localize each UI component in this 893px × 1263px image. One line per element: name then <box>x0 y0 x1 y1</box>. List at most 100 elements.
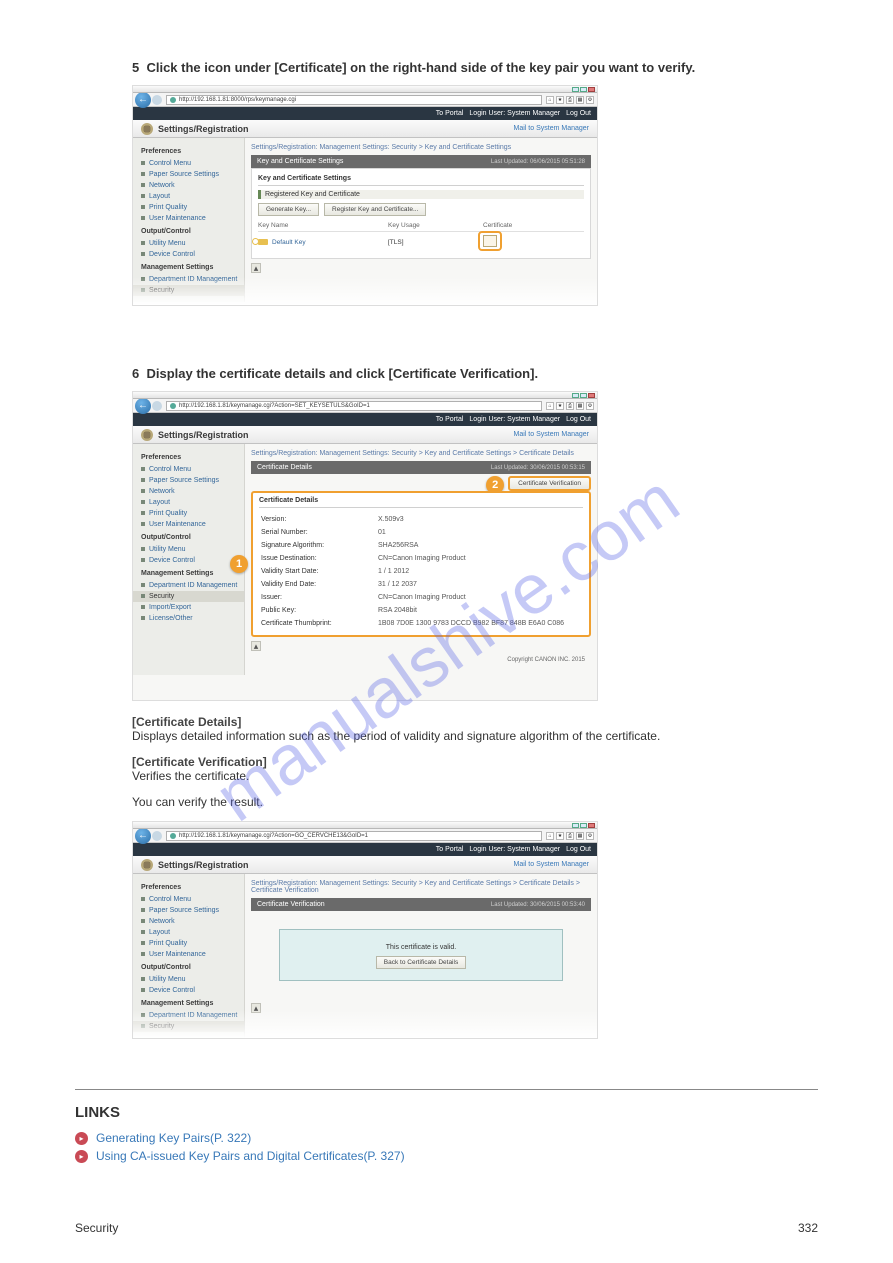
back-to-top-icon[interactable]: ▴ <box>251 263 261 273</box>
gear-icon <box>141 859 153 871</box>
home-icon[interactable]: ⌂ <box>546 402 554 410</box>
home-icon[interactable]: ⌂ <box>546 832 554 840</box>
tools-icon[interactable]: ⚙ <box>586 832 594 840</box>
cert-details-table: Version:X.509v3 Serial Number:01 Signatu… <box>259 512 583 631</box>
address-bar: ← http://192.168.1.81/keymanage.cgi?Acti… <box>133 399 597 413</box>
sidebar-item[interactable]: License/Other <box>133 613 244 624</box>
logout-link[interactable]: Log Out <box>566 846 591 853</box>
link-generating-keypairs[interactable]: Generating Key Pairs(P. 322) <box>96 1131 251 1145</box>
link-ca-issued[interactable]: Using CA-issued Key Pairs and Digital Ce… <box>96 1149 405 1163</box>
home-icon[interactable]: ⌂ <box>546 96 554 104</box>
sidebar-item[interactable]: Network <box>133 486 244 497</box>
breadcrumb: Settings/Registration: Management Settin… <box>251 880 591 894</box>
login-user: System Manager <box>507 846 560 853</box>
mail-link[interactable]: Mail to System Manager <box>514 861 589 868</box>
detail-row: Signature Algorithm:SHA256RSA <box>261 540 581 551</box>
sidebar-item[interactable]: Utility Menu <box>133 974 244 985</box>
sidebar-item[interactable]: Control Menu <box>133 894 244 905</box>
page-icon[interactable]: ▦ <box>576 832 584 840</box>
fav-icon[interactable]: ★ <box>556 96 564 104</box>
sidebar-item[interactable]: Device Control <box>133 555 244 566</box>
sb-mgmt: Management Settings <box>133 996 244 1010</box>
page-footer: Security 332 <box>75 1221 818 1235</box>
sidebar-item[interactable]: Utility Menu <box>133 544 244 555</box>
back-icon[interactable]: ← <box>135 828 151 844</box>
key-name-link[interactable]: Default Key <box>272 239 306 246</box>
back-icon[interactable]: ← <box>135 92 151 108</box>
sidebar-item[interactable]: User Maintenance <box>133 213 244 224</box>
sidebar-item[interactable]: Department ID Management <box>133 580 244 591</box>
back-to-details-button[interactable]: Back to Certificate Details <box>376 956 466 969</box>
url-field[interactable]: http://192.168.1.81/keymanage.cgi?Action… <box>166 401 542 411</box>
max-icon <box>580 823 587 828</box>
sidebar-item[interactable]: Layout <box>133 191 244 202</box>
back-to-top-icon[interactable]: ▴ <box>251 641 261 651</box>
sidebar: Preferences Control Menu Paper Source Se… <box>133 444 245 675</box>
to-portal-link[interactable]: To Portal <box>436 110 464 117</box>
url-field[interactable]: http://192.168.1.81:8000/rps/keymanage.c… <box>166 95 542 105</box>
cert-verification-button[interactable]: Certificate Verification <box>508 476 591 491</box>
sidebar-item[interactable]: Network <box>133 180 244 191</box>
sidebar-item-security[interactable]: Security <box>133 591 244 602</box>
sidebar-item[interactable]: Device Control <box>133 249 244 260</box>
panel-title: Certificate Verification <box>257 901 325 908</box>
sidebar-item[interactable]: Layout <box>133 927 244 938</box>
sb-mgmt: Management Settings <box>133 260 244 274</box>
tools-icon[interactable]: ⚙ <box>586 96 594 104</box>
window-titlebar <box>133 392 597 399</box>
table-row: Default Key [TLS] <box>258 232 584 252</box>
page-icon[interactable]: ▦ <box>576 402 584 410</box>
to-portal-link[interactable]: To Portal <box>436 416 464 423</box>
max-icon <box>580 393 587 398</box>
print-icon[interactable]: ⎙ <box>566 402 574 410</box>
forward-icon[interactable] <box>152 401 162 411</box>
print-icon[interactable]: ⎙ <box>566 96 574 104</box>
sidebar-item[interactable]: User Maintenance <box>133 519 244 530</box>
sidebar-item[interactable]: Layout <box>133 497 244 508</box>
fav-icon[interactable]: ★ <box>556 832 564 840</box>
cert-highlight <box>478 231 502 251</box>
step-num: 5 <box>132 60 139 75</box>
logout-link[interactable]: Log Out <box>566 416 591 423</box>
last-updated: Last Updated: 30/06/2015 00:53:40 <box>491 902 585 908</box>
sidebar-item[interactable]: Utility Menu <box>133 238 244 249</box>
sidebar-item[interactable]: Print Quality <box>133 508 244 519</box>
page-icon[interactable]: ▦ <box>576 96 584 104</box>
mail-link[interactable]: Mail to System Manager <box>514 431 589 438</box>
url-field[interactable]: http://192.168.1.81/keymanage.cgi?Action… <box>166 831 542 841</box>
max-icon <box>580 87 587 92</box>
sidebar-item[interactable]: Paper Source Settings <box>133 169 244 180</box>
page-title: Settings/Registration <box>158 860 249 870</box>
logout-link[interactable]: Log Out <box>566 110 591 117</box>
footer-section: Security <box>75 1221 118 1235</box>
sidebar-item[interactable]: Print Quality <box>133 938 244 949</box>
print-icon[interactable]: ⎙ <box>566 832 574 840</box>
to-portal-link[interactable]: To Portal <box>436 846 464 853</box>
generate-key-button[interactable]: Generate Key... <box>258 203 319 216</box>
tools-icon[interactable]: ⚙ <box>586 402 594 410</box>
address-bar: ← http://192.168.1.81/keymanage.cgi?Acti… <box>133 829 597 843</box>
mail-link[interactable]: Mail to System Manager <box>514 125 589 132</box>
copyright: Copyright CANON INC. 2015 <box>251 651 591 669</box>
sidebar-item[interactable]: Paper Source Settings <box>133 905 244 916</box>
url-text: http://192.168.1.81/keymanage.cgi?Action… <box>179 833 368 839</box>
min-icon <box>572 823 579 828</box>
forward-icon[interactable] <box>152 95 162 105</box>
fav-icon[interactable]: ★ <box>556 402 564 410</box>
forward-icon[interactable] <box>152 831 162 841</box>
url-text: http://192.168.1.81:8000/rps/keymanage.c… <box>179 97 296 103</box>
sidebar-item[interactable]: Paper Source Settings <box>133 475 244 486</box>
sidebar-item[interactable]: Control Menu <box>133 158 244 169</box>
bullet-icon: ▸ <box>75 1132 88 1145</box>
sidebar-item[interactable]: Print Quality <box>133 202 244 213</box>
sidebar-item[interactable]: Control Menu <box>133 464 244 475</box>
window-titlebar <box>133 86 597 93</box>
portal-bar: To Portal Login User: System Manager Log… <box>133 107 597 120</box>
sidebar-item[interactable]: User Maintenance <box>133 949 244 960</box>
sidebar-item[interactable]: Device Control <box>133 985 244 996</box>
register-key-button[interactable]: Register Key and Certificate... <box>324 203 426 216</box>
sidebar-item[interactable]: Network <box>133 916 244 927</box>
back-icon[interactable]: ← <box>135 398 151 414</box>
sidebar-item[interactable]: Import/Export <box>133 602 244 613</box>
links-heading: LINKS <box>75 1104 818 1121</box>
